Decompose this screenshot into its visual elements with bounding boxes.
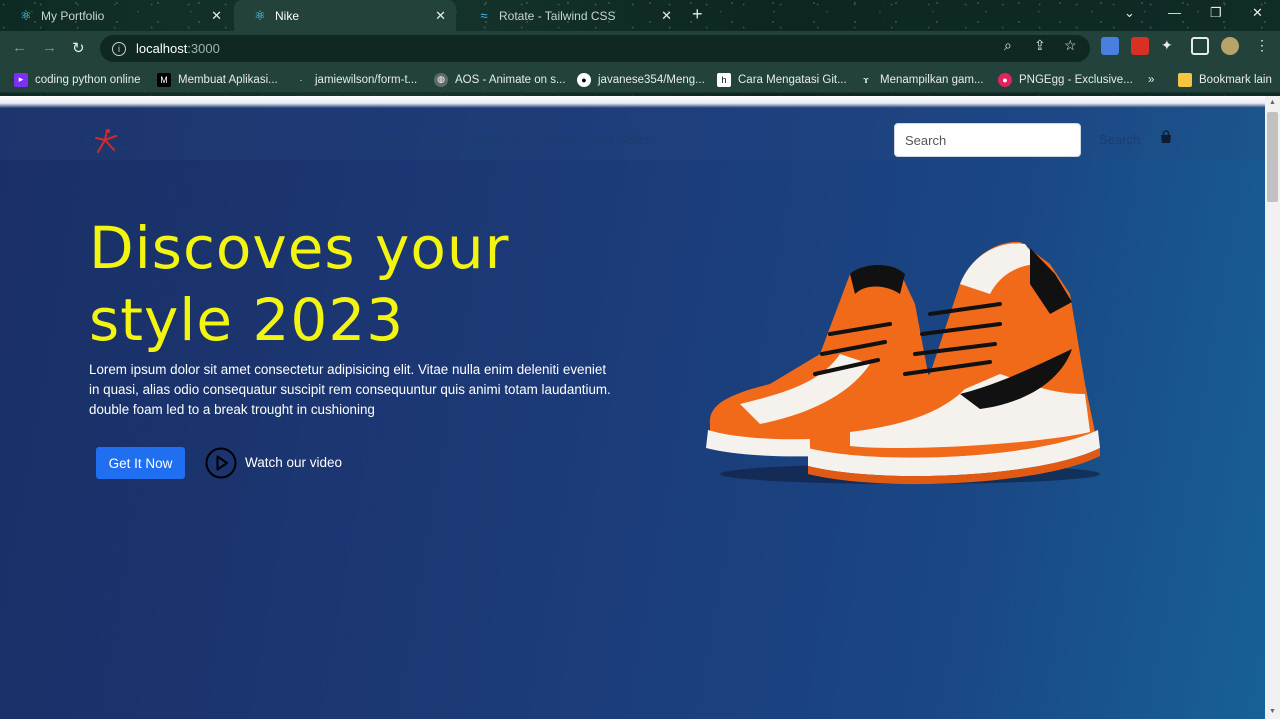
close-tab-icon[interactable]: ✕ <box>661 8 672 24</box>
address-bar[interactable]: i localhost:3000 <box>100 35 1090 62</box>
tab-rotate-tailwind[interactable]: ≈ Rotate - Tailwind CSS ✕ <box>458 0 682 31</box>
close-tab-icon[interactable]: ✕ <box>211 8 222 24</box>
new-tab-button[interactable]: + <box>692 4 703 25</box>
extensions-puzzle-icon[interactable]: ✦ <box>1161 37 1173 54</box>
close-window-icon[interactable]: ✕ <box>1252 5 1263 21</box>
minimize-icon[interactable]: — <box>1168 5 1181 20</box>
nav-link-best-seller[interactable]: Best Seller <box>587 132 650 147</box>
pngegg-icon: ● <box>998 72 1012 87</box>
nav-link-men[interactable]: Men <box>432 132 457 147</box>
hero-description: Lorem ipsum dolor sit amet consectetur a… <box>89 362 611 417</box>
nav-link-tranding[interactable]: Tranding <box>368 132 419 147</box>
bookmark-item[interactable]: ▸ coding python online <box>14 71 141 88</box>
page-icon: · <box>299 74 303 85</box>
url-port: :3000 <box>187 41 220 56</box>
close-tab-icon[interactable]: ✕ <box>435 8 446 24</box>
tab-nike[interactable]: ⚛ Nike ✕ <box>234 0 456 31</box>
tab-my-portfolio[interactable]: ⚛ My Portfolio ✕ <box>0 0 232 31</box>
browser-toolbar: ← → ↻ i localhost:3000 ⌕ ⇪ ☆ ✦ ⋮ <box>0 31 1280 66</box>
menu-kebab-icon[interactable]: ⋮ <box>1255 37 1269 54</box>
back-icon[interactable]: ← <box>12 39 27 56</box>
bookmark-item[interactable]: · jamiewilson/form-t... <box>294 71 418 88</box>
bookmark-label: coding python online <box>35 73 141 86</box>
page-viewport: Tranding Men About Us Future Best Seller… <box>0 96 1265 719</box>
site-info-icon[interactable]: i <box>112 41 126 56</box>
react-icon: ⚛ <box>254 7 266 23</box>
forward-icon[interactable]: → <box>42 39 57 56</box>
tab-search-icon[interactable]: ⌄ <box>1124 5 1135 21</box>
nav-link-about-us[interactable]: About Us <box>470 132 523 147</box>
replit-icon: ▸ <box>14 72 28 87</box>
bookmark-item[interactable]: h Cara Mengatasi Git... <box>717 71 847 88</box>
sneaker-image <box>706 241 1100 485</box>
medium-icon: M <box>157 72 171 87</box>
bookmarks-bar: ▸ coding python online M Membuat Aplikas… <box>0 66 1280 93</box>
bookmark-label: Bookmark lain <box>1199 73 1272 86</box>
nav-link-future[interactable]: Future <box>537 132 575 147</box>
bookmark-item[interactable]: ɤ Menampilkan gam... <box>859 71 984 88</box>
main-menu: Tranding Men About Us Future Best Seller <box>368 132 663 147</box>
tab-title: Rotate - Tailwind CSS <box>499 8 616 23</box>
scroll-up-arrow-icon[interactable]: ▲ <box>1269 99 1276 106</box>
bookmark-label: Menampilkan gam... <box>880 73 984 86</box>
shopping-bag-icon[interactable] <box>1159 130 1173 144</box>
bookmarks-overflow-button[interactable]: » <box>1148 71 1154 88</box>
share-icon[interactable]: ⇪ <box>1034 37 1046 54</box>
scrollbar-thumb[interactable] <box>1267 112 1278 202</box>
bookmark-label: AOS - Animate on s... <box>455 73 566 86</box>
tailwind-icon: ≈ <box>480 8 488 23</box>
hashnode-icon: h <box>717 72 731 87</box>
react-icon: ⚛ <box>20 7 32 23</box>
bookmark-label: Membuat Aplikasi... <box>178 73 278 86</box>
folder-icon <box>1178 72 1192 87</box>
hero-title: Discoves your style 2023 <box>89 212 649 356</box>
get-it-now-button[interactable]: Get It Now <box>96 447 185 479</box>
bookmark-star-icon[interactable]: ☆ <box>1064 37 1077 54</box>
browser-chrome: ⚛ My Portfolio ✕ ⚛ Nike ✕ ≈ Rotate - Tai… <box>0 0 1280 96</box>
bookmark-label: jamiewilson/form-t... <box>315 73 418 86</box>
globe-icon: ◍ <box>434 72 448 87</box>
bookmark-item[interactable]: ◍ AOS - Animate on s... <box>434 71 566 88</box>
watch-video-link[interactable]: Watch our video <box>245 455 342 470</box>
tab-title: Nike <box>275 8 300 23</box>
site-navbar: Tranding Men About Us Future Best Seller… <box>0 108 1265 160</box>
play-icon[interactable] <box>205 447 237 479</box>
scroll-down-arrow-icon[interactable]: ▼ <box>1269 708 1276 715</box>
page-top-strip <box>0 96 1265 108</box>
tab-title: My Portfolio <box>41 8 105 23</box>
bookmark-x-icon: ɤ <box>863 74 869 85</box>
google-translate-icon[interactable] <box>1101 37 1119 55</box>
hero-title-line-1: Discoves your <box>89 214 510 282</box>
bookmark-label: javanese354/Meng... <box>598 73 705 86</box>
extension-icon[interactable] <box>1131 37 1149 55</box>
bookmark-item[interactable]: ● javanese354/Meng... <box>577 71 705 88</box>
side-panel-icon[interactable] <box>1191 37 1209 55</box>
bookmark-label: Cara Mengatasi Git... <box>738 73 847 86</box>
profile-avatar[interactable] <box>1221 37 1239 55</box>
url-host: localhost <box>136 41 188 56</box>
jordan-logo[interactable] <box>84 128 130 156</box>
reload-icon[interactable]: ↻ <box>72 39 85 57</box>
search-link[interactable]: Search <box>1099 132 1140 147</box>
search-placeholder: Search <box>905 132 947 148</box>
restore-icon[interactable]: ❐ <box>1210 5 1222 21</box>
bookmark-label: PNGEgg - Exclusive... <box>1019 73 1133 86</box>
search-input[interactable]: Search <box>894 123 1081 157</box>
zoom-icon[interactable]: ⌕ <box>1004 37 1012 54</box>
bookmark-folder-other[interactable]: Bookmark lain <box>1178 71 1272 88</box>
bookmark-item[interactable]: M Membuat Aplikasi... <box>157 71 278 88</box>
github-icon: ● <box>577 72 591 87</box>
hero-title-line-2: style 2023 <box>89 286 405 354</box>
bookmark-item[interactable]: ● PNGEgg - Exclusive... <box>998 71 1133 88</box>
